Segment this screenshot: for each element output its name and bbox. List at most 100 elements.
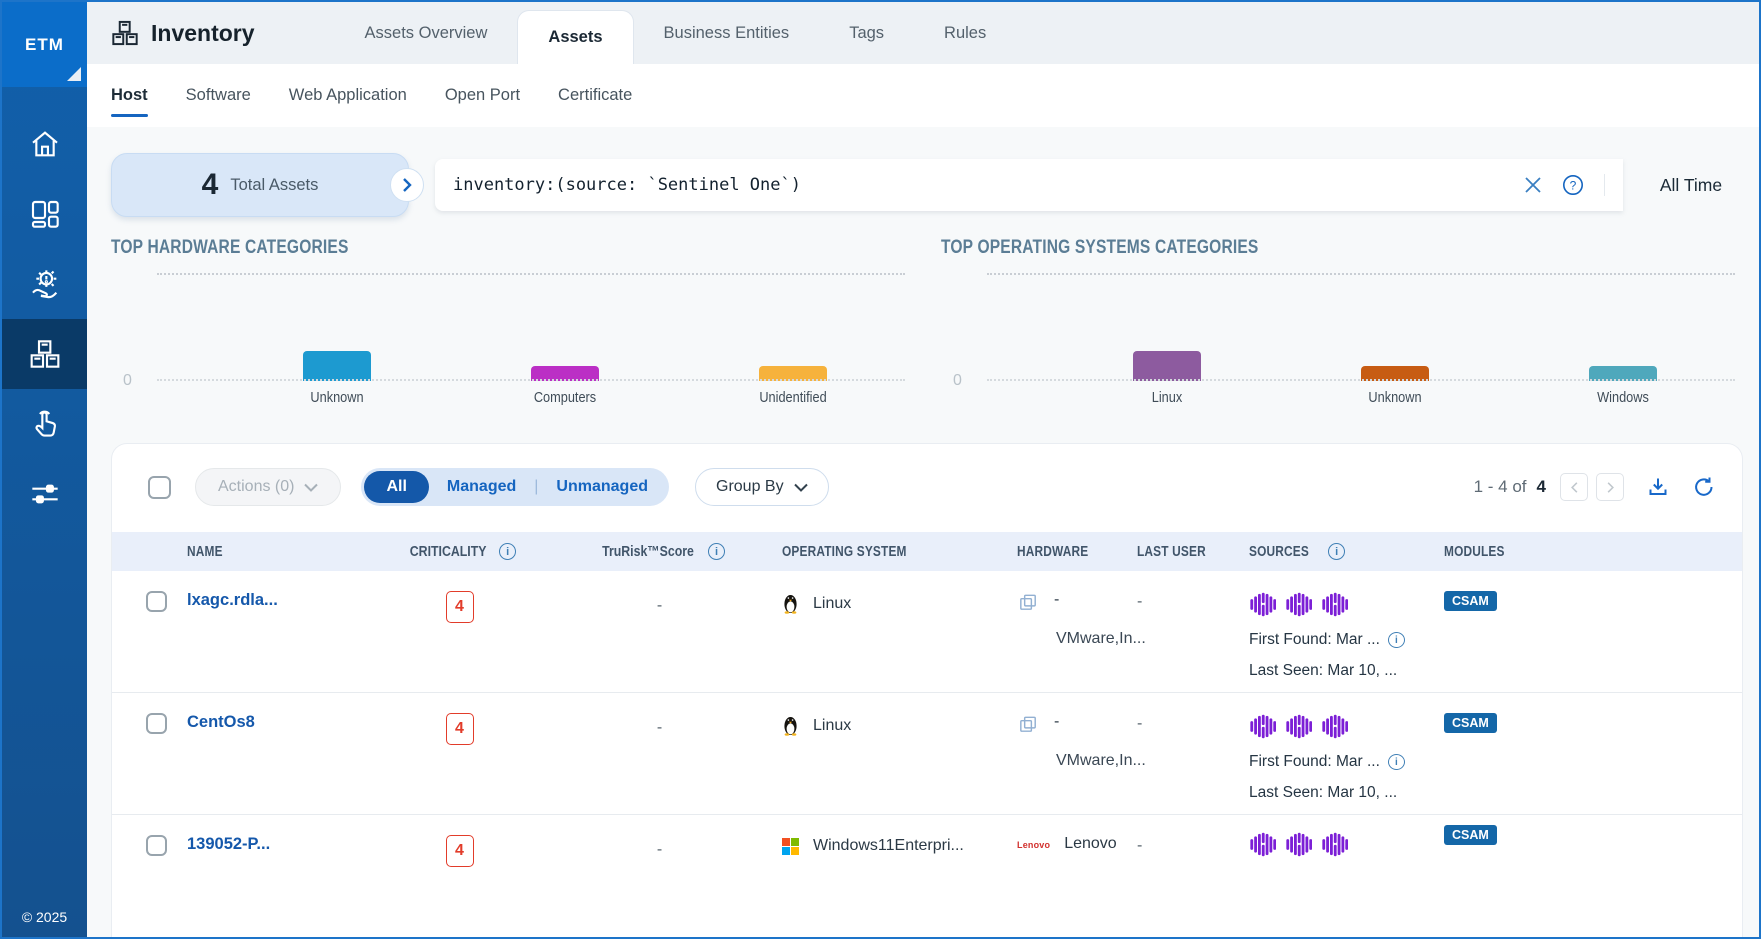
bar-label: Computers [533, 389, 595, 406]
linux-icon [782, 715, 799, 736]
bar-label: Linux [1151, 389, 1181, 406]
subtab-software[interactable]: Software [186, 64, 251, 127]
prev-page-button[interactable] [1560, 473, 1588, 501]
column-header-criticality[interactable]: CRITICALITYi [382, 543, 537, 560]
sliders-icon [29, 478, 61, 510]
sentinelone-icon[interactable] [1285, 713, 1312, 740]
chevron-down-icon [794, 483, 808, 492]
os-categories-chart: TOP OPERATING SYSTEMS CATEGORIES 0 Linux… [941, 237, 1735, 417]
sidebar-item-inventory[interactable] [2, 319, 87, 389]
refresh-icon [1692, 475, 1716, 499]
expand-summary-button[interactable] [390, 168, 424, 202]
info-icon[interactable]: i [708, 543, 725, 560]
column-header-modules[interactable]: MODULES [1444, 544, 1742, 560]
refresh-button[interactable] [1692, 475, 1716, 499]
asset-name-link[interactable]: CentOs8 [187, 713, 255, 731]
search-help-icon[interactable] [1562, 174, 1584, 196]
sentinelone-icon[interactable] [1321, 831, 1348, 858]
table-row: 139052-P... 4 - Windows11Enterpri... Len… [112, 815, 1742, 937]
column-header-operating-system[interactable]: OPERATING SYSTEM [782, 544, 1017, 560]
filter-all[interactable]: All [364, 471, 428, 503]
column-header-name[interactable]: NAME [187, 544, 382, 560]
subtab-certificate[interactable]: Certificate [558, 64, 632, 127]
sentinelone-icon[interactable] [1249, 591, 1276, 618]
sidebar-item-risk-management[interactable] [2, 249, 87, 319]
os-label: Windows11Enterpri... [813, 837, 964, 855]
last-seen: Last Seen: Mar 10, ... [1249, 784, 1397, 802]
info-icon[interactable]: i [499, 543, 516, 560]
column-header-last-user[interactable]: LAST USER [1137, 544, 1249, 560]
search-input[interactable] [453, 175, 1510, 195]
tab-assets[interactable]: Assets [517, 10, 633, 64]
dashboard-icon [29, 198, 61, 230]
subtab-host[interactable]: Host [111, 64, 148, 127]
sentinelone-icon[interactable] [1249, 831, 1276, 858]
filter-row: 4 Total Assets All Time [111, 153, 1759, 217]
subtab-open-port[interactable]: Open Port [445, 64, 520, 127]
download-button[interactable] [1646, 475, 1670, 499]
sidebar-item-home[interactable] [2, 109, 87, 179]
hardware-categories-chart: TOP HARDWARE CATEGORIES 0 Unknown Comput… [111, 237, 905, 417]
row-checkbox[interactable] [146, 713, 167, 734]
sentinelone-icon[interactable] [1321, 713, 1348, 740]
etm-logo[interactable]: ETM [2, 2, 87, 87]
copy-stack-icon[interactable] [1017, 713, 1040, 736]
sentinelone-icon[interactable] [1321, 591, 1348, 618]
inventory-title-icon [111, 19, 139, 47]
row-checkbox[interactable] [146, 835, 167, 856]
table-row: lxagc.rdla... 4 - Linux - VMware,In... -… [112, 571, 1742, 693]
os-label: Linux [813, 595, 851, 613]
sentinelone-icon[interactable] [1285, 591, 1312, 618]
tab-assets-overview[interactable]: Assets Overview [335, 2, 518, 64]
asset-name-link[interactable]: lxagc.rdla... [187, 591, 278, 609]
tab-business-entities[interactable]: Business Entities [634, 2, 820, 64]
windows-icon [782, 838, 799, 855]
info-icon[interactable]: i [1388, 754, 1405, 770]
home-icon [29, 128, 61, 160]
table-toolbar: Actions (0) All Managed | Unmanaged Grou… [112, 444, 1742, 528]
actions-button[interactable]: Actions (0) [195, 468, 341, 506]
gear-hand-icon [29, 268, 61, 300]
tab-rules[interactable]: Rules [914, 2, 1016, 64]
info-icon[interactable]: i [1388, 632, 1405, 648]
trurisk-score-value: - [537, 713, 782, 737]
next-page-button[interactable] [1596, 473, 1624, 501]
copy-stack-icon[interactable] [1017, 591, 1040, 614]
row-checkbox[interactable] [146, 591, 167, 612]
table-row: CentOs8 4 - Linux - VMware,In... - First… [112, 693, 1742, 815]
main-area: Inventory Assets Overview Assets Busines… [87, 2, 1759, 937]
sentinelone-icon[interactable] [1285, 831, 1312, 858]
chevron-down-icon [304, 483, 318, 492]
summary-charts: TOP HARDWARE CATEGORIES 0 Unknown Comput… [111, 237, 1735, 417]
filter-unmanaged[interactable]: Unmanaged [538, 478, 666, 496]
sidebar-item-configuration[interactable] [2, 459, 87, 529]
sentinelone-icon[interactable] [1249, 713, 1276, 740]
module-badge-csam: CSAM [1444, 591, 1497, 611]
module-badge-csam: CSAM [1444, 713, 1497, 733]
bar-label: Windows [1597, 389, 1649, 406]
time-range-selector[interactable]: All Time [1623, 175, 1759, 196]
info-icon[interactable]: i [1328, 543, 1345, 560]
subtab-web-application[interactable]: Web Application [289, 64, 407, 127]
y-axis-tick: 0 [953, 372, 962, 390]
app-sidebar: ETM © 2025 [2, 2, 87, 937]
chevron-left-icon [1569, 482, 1580, 493]
column-header-trurisk-score[interactable]: TruRisk™Scorei [537, 543, 782, 560]
sidebar-item-response[interactable] [2, 389, 87, 459]
trurisk-score-value: - [537, 591, 782, 615]
clear-search-icon[interactable] [1522, 174, 1544, 196]
total-assets-card[interactable]: 4 Total Assets [111, 153, 409, 217]
tab-tags[interactable]: Tags [819, 2, 914, 64]
filter-managed[interactable]: Managed [429, 478, 534, 496]
select-all-checkbox[interactable] [148, 476, 171, 499]
bar-label: Unknown [1368, 389, 1421, 406]
sidebar-item-dashboards[interactable] [2, 179, 87, 249]
asset-name-link[interactable]: 139052-P... [187, 835, 270, 853]
group-by-button[interactable]: Group By [695, 468, 829, 506]
column-header-sources[interactable]: SOURCESi [1249, 543, 1444, 560]
last-seen: Last Seen: Mar 10, ... [1249, 662, 1397, 680]
bar-unknown[interactable] [303, 351, 371, 381]
inventory-boxes-icon [29, 338, 61, 370]
bar-linux[interactable] [1133, 351, 1201, 381]
column-header-hardware[interactable]: HARDWARE [1017, 544, 1137, 560]
